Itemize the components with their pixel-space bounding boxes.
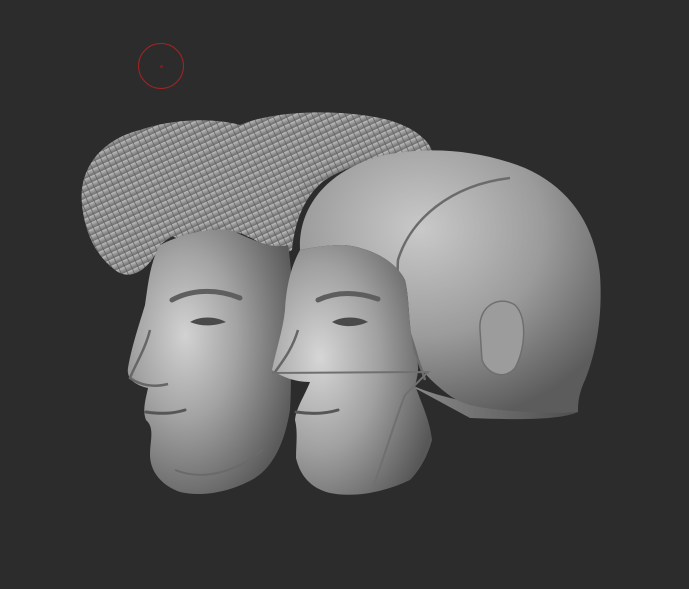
- sculpt-canvas[interactable]: [0, 0, 689, 589]
- 3d-viewport[interactable]: [0, 0, 689, 589]
- ear: [479, 300, 525, 376]
- brush-cursor-icon: [138, 43, 184, 89]
- face-left: [127, 229, 292, 495]
- brush-center-dot: [159, 64, 163, 68]
- head-with-cowl[interactable]: [271, 150, 601, 495]
